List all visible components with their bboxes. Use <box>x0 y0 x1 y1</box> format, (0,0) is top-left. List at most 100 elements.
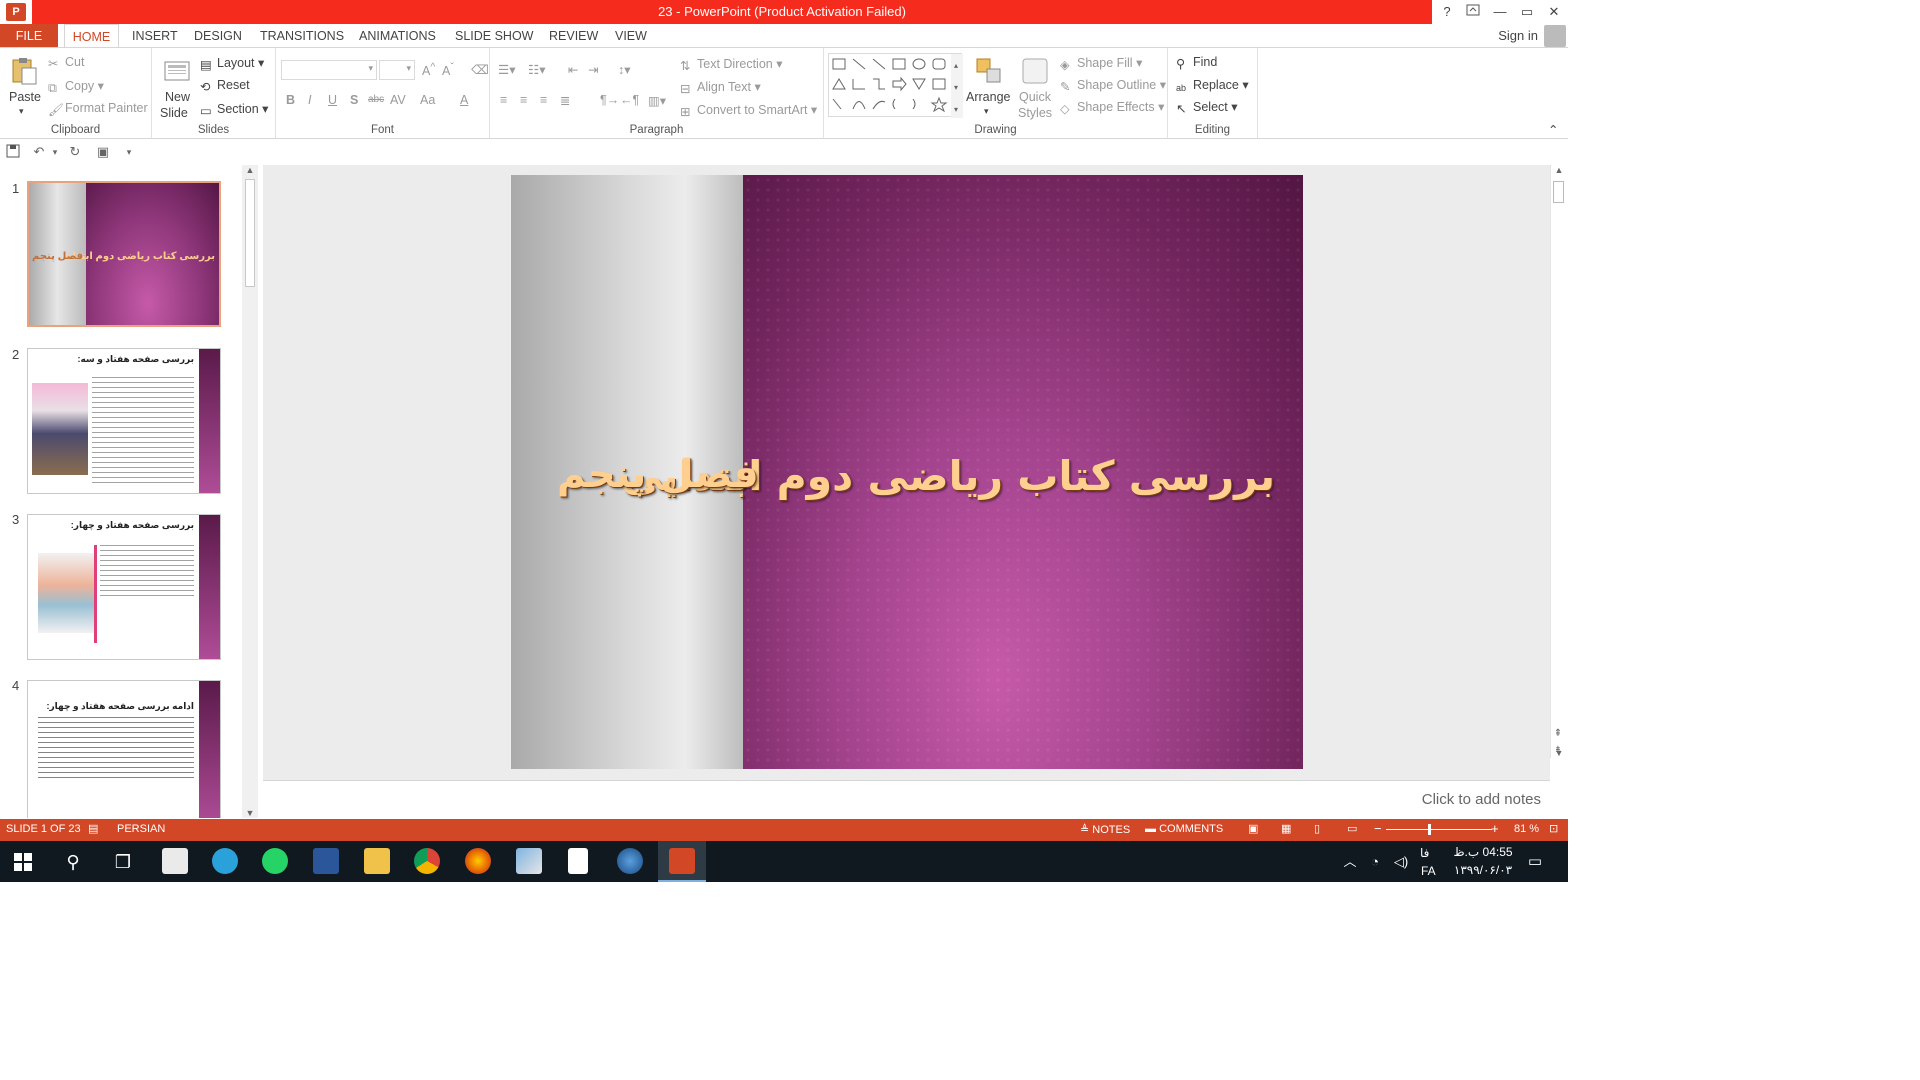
select-button[interactable]: ↖ Select ▾ <box>1176 99 1238 116</box>
tab-transitions[interactable]: TRANSITIONS <box>260 24 344 48</box>
current-slide[interactable]: بررسی کتاب ریاضی دوم ابتدایی فصل پنجم <box>511 175 1303 769</box>
shapes-gallery[interactable]: ▴ ▾ ▾ <box>828 53 963 118</box>
restore-button[interactable]: ▭ <box>1516 2 1538 22</box>
language-indicator[interactable]: PERSIAN <box>117 823 165 835</box>
telegram-icon[interactable] <box>212 848 238 874</box>
tab-slide-show[interactable]: SLIDE SHOW <box>455 24 534 48</box>
comments-button[interactable]: ▬ COMMENTS <box>1145 823 1223 835</box>
scroll-up-icon[interactable]: ▲ <box>1551 165 1567 175</box>
wifi-icon[interactable]: ◔ <box>1362 849 1388 875</box>
zoom-out-button[interactable]: − <box>1374 821 1382 836</box>
whatsapp-icon[interactable] <box>262 848 288 874</box>
notifications-icon[interactable]: ▭ <box>1522 849 1548 875</box>
save-icon[interactable] <box>4 144 22 160</box>
decrease-indent-icon[interactable]: ⇤ <box>568 62 578 77</box>
chrome-icon[interactable] <box>414 848 440 874</box>
bold-button[interactable]: B <box>286 93 295 107</box>
tab-review[interactable]: REVIEW <box>549 24 598 48</box>
font-size-select[interactable]: ▾ <box>379 60 415 80</box>
scroll-up-icon[interactable]: ▲ <box>242 165 258 175</box>
reading-view-icon[interactable]: ▯ <box>1314 822 1320 835</box>
shrink-font-icon[interactable]: Aˇ <box>442 62 454 78</box>
input-language-code[interactable]: FA <box>1421 864 1436 878</box>
line-spacing-icon[interactable]: ↕▾ <box>618 62 631 77</box>
fit-slide-icon[interactable]: ⊡ <box>1549 822 1558 835</box>
zoom-in-button[interactable]: + <box>1491 821 1499 836</box>
document-icon[interactable] <box>568 848 588 874</box>
firefox-icon[interactable] <box>465 848 491 874</box>
justify-icon[interactable]: ≣ <box>560 93 570 108</box>
show-hidden-icons-icon[interactable]: ︿ <box>1337 849 1363 875</box>
tab-design[interactable]: DESIGN <box>194 24 242 48</box>
font-name-select[interactable]: ▾ <box>281 60 377 80</box>
word-icon[interactable] <box>313 848 339 874</box>
zoom-slider-thumb[interactable] <box>1427 824 1431 835</box>
help-button[interactable]: ? <box>1436 2 1458 22</box>
arrange-button[interactable]: Arrange ▾ <box>966 54 1012 120</box>
character-spacing-button[interactable]: AV <box>390 93 406 107</box>
font-color-button[interactable]: A <box>460 93 468 107</box>
windows-start-icon[interactable] <box>14 853 32 871</box>
slide-thumbnail-1[interactable]: بررسی کتاب ریاضی دوم ابتدایی فصل پنجم <box>27 181 221 327</box>
slide-thumbnail-2[interactable]: بررسی صفحه هفتاد و سه: <box>27 348 221 494</box>
thumbnail-scroll-thumb[interactable] <box>245 179 255 287</box>
powerpoint-taskbar-button[interactable] <box>658 841 706 882</box>
user-avatar-icon[interactable] <box>1544 25 1566 47</box>
minimize-button[interactable]: — <box>1489 2 1511 22</box>
tab-animations[interactable]: ANIMATIONS <box>359 24 436 48</box>
shape-effects-button[interactable]: ◇ Shape Effects ▾ <box>1060 99 1164 116</box>
redo-icon[interactable]: ↻ <box>66 144 84 160</box>
input-language-fa[interactable]: فا <box>1420 846 1429 860</box>
ltr-icon[interactable]: ¶→ <box>600 93 619 107</box>
search-icon[interactable]: ⚲ <box>60 849 86 875</box>
cut-button[interactable]: ✂ Cut <box>48 55 84 71</box>
task-view-icon[interactable]: ❐ <box>110 849 136 875</box>
clear-formatting-icon[interactable]: ⌫ <box>471 62 489 77</box>
tab-home[interactable]: HOME <box>64 24 119 48</box>
quick-styles-button[interactable]: Quick Styles <box>1016 54 1056 120</box>
align-right-icon[interactable]: ≡ <box>540 93 547 107</box>
grow-font-icon[interactable]: A^ <box>422 62 435 78</box>
align-center-icon[interactable]: ≡ <box>520 93 527 107</box>
slide-thumbnail-4[interactable]: ادامه بررسی صفحه هفتاد و چهار: <box>27 680 221 818</box>
align-text-button[interactable]: ⊟ Align Text ▾ <box>680 79 761 96</box>
shape-outline-button[interactable]: ✎ Shape Outline ▾ <box>1060 77 1166 94</box>
tab-file[interactable]: FILE <box>0 24 58 48</box>
strikethrough-button[interactable]: abc <box>368 94 384 105</box>
normal-view-icon[interactable]: ▣ <box>1248 822 1258 835</box>
sign-in-link[interactable]: Sign in <box>1498 28 1538 43</box>
zoom-slider[interactable] <box>1386 824 1492 835</box>
bullets-icon[interactable]: ☰▾ <box>498 62 515 77</box>
clock-date[interactable]: ۱۳۹۹/۰۶/۰۳ <box>1450 863 1516 877</box>
align-left-icon[interactable]: ≡ <box>500 93 507 107</box>
text-direction-button[interactable]: ⇅ Text Direction ▾ <box>680 56 782 73</box>
slide-sorter-icon[interactable]: ▦ <box>1281 822 1291 835</box>
paint-icon[interactable] <box>516 848 542 874</box>
notes-pane[interactable]: Click to add notes <box>263 780 1550 818</box>
tab-insert[interactable]: INSERT <box>132 24 178 48</box>
change-case-button[interactable]: Aa <box>420 93 435 107</box>
scroll-down-icon[interactable]: ▼ <box>242 808 258 818</box>
previous-slide-icon[interactable]: ⇞ <box>1550 728 1566 739</box>
rtl-icon[interactable]: ←¶ <box>620 93 639 107</box>
undo-dropdown-icon[interactable]: ▾ <box>46 144 64 160</box>
section-button[interactable]: ▭ Section ▾ <box>200 101 268 118</box>
new-slide-button[interactable]: New Slide <box>158 54 198 120</box>
text-shadow-button[interactable]: S <box>350 93 358 107</box>
italic-button[interactable]: I <box>308 93 311 107</box>
start-from-beginning-icon[interactable]: ▣ <box>94 144 112 160</box>
slide-subtitle[interactable]: فصل پنجم <box>557 452 759 497</box>
thumbnail-scrollbar[interactable]: ▲ ▼ <box>242 165 258 818</box>
format-painter-button[interactable]: 🖌Format Painter <box>48 101 148 117</box>
replace-button[interactable]: ab Replace ▾ <box>1176 77 1249 97</box>
app-globe-icon[interactable] <box>617 848 643 874</box>
layout-button[interactable]: ▤ Layout ▾ <box>200 55 264 72</box>
next-slide-icon[interactable]: ⇟ <box>1550 745 1566 756</box>
file-explorer-icon[interactable] <box>364 848 390 874</box>
paste-button[interactable]: Paste ▾ <box>6 54 42 120</box>
columns-icon[interactable]: ▥▾ <box>648 93 666 108</box>
reset-button[interactable]: ⟲ Reset <box>200 78 250 94</box>
notes-button[interactable]: ≜ NOTES <box>1080 823 1130 836</box>
ribbon-display-options-icon[interactable] <box>1462 2 1484 22</box>
collapse-ribbon-icon[interactable]: ⌃ <box>1548 122 1558 137</box>
